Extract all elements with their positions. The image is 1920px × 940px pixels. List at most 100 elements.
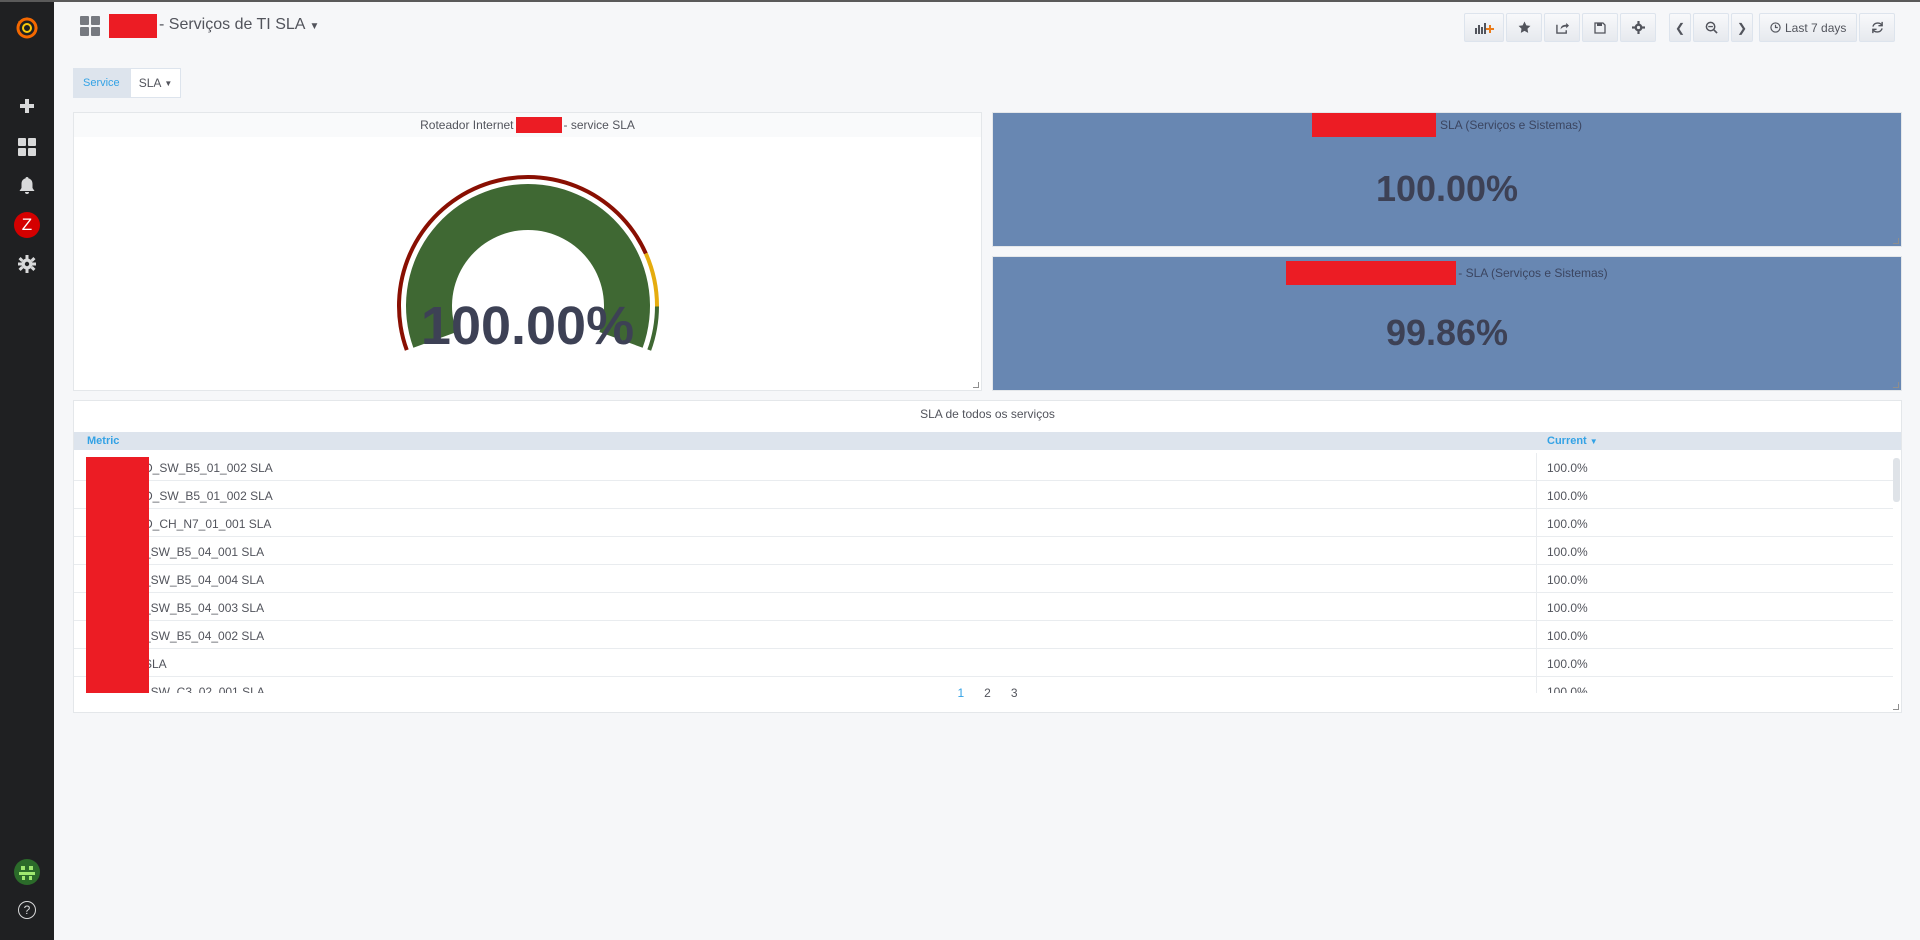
sort-desc-icon: ▼	[1589, 437, 1598, 446]
page-link[interactable]: 2	[984, 686, 991, 700]
redacted-block	[1286, 261, 1457, 285]
create-icon[interactable]	[0, 88, 54, 124]
variable-select[interactable]: SLA ▼	[129, 68, 182, 98]
column-header-metric[interactable]: Metric	[87, 435, 119, 447]
configuration-icon[interactable]	[0, 246, 54, 282]
current-cell: 100.0%	[1547, 517, 1588, 531]
refresh-button[interactable]	[1859, 13, 1896, 42]
dashboard-navbar: - Serviços de TI SLA ▼ ❮ ❯ Last 7 days	[54, 0, 1920, 50]
metric-cell: D_SW_B5_01_002 SLA	[144, 461, 273, 475]
current-cell: 100.0%	[1547, 545, 1588, 559]
table-row: _SW_B5_04_004 SLA 100.0%	[74, 565, 1893, 593]
current-cell: 100.0%	[1547, 573, 1588, 587]
time-range-label: Last 7 days	[1785, 20, 1847, 35]
gear-icon	[1631, 21, 1645, 34]
time-forward-button[interactable]: ❯	[1731, 13, 1753, 42]
caret-down-icon: ▼	[164, 78, 173, 88]
time-back-button[interactable]: ❮	[1669, 13, 1691, 42]
table-panel: SLA de todos os serviços Metric Current …	[73, 400, 1902, 713]
time-picker-group: Last 7 days	[1757, 13, 1896, 42]
column-header-current-label: Current	[1547, 435, 1587, 447]
current-cell: 100.0%	[1547, 601, 1588, 615]
share-icon	[1555, 22, 1569, 34]
grafana-logo-icon[interactable]	[0, 10, 54, 46]
current-cell: 100.0%	[1547, 629, 1588, 643]
metric-cell: _SW_B5_04_001 SLA	[144, 545, 265, 559]
dashboards-icon[interactable]	[0, 129, 54, 165]
redacted-block	[86, 457, 149, 693]
metric-cell: D_CH_N7_01_001 SLA	[144, 517, 272, 531]
stat-2-value: 99.86%	[1385, 312, 1509, 353]
table-row: _SW_B5_04_001 SLA 100.0%	[74, 537, 1893, 565]
stat-1-value: 100.00%	[1375, 168, 1519, 209]
table-pagination: 1 2 3	[74, 686, 1901, 700]
chevron-left-icon: ❮	[1674, 20, 1686, 35]
resize-handle[interactable]	[1893, 382, 1899, 388]
table-row: _SW_B5_04_002 SLA 100.0%	[74, 621, 1893, 649]
chevron-right-icon: ❯	[1736, 20, 1748, 35]
page-link[interactable]: 3	[1011, 686, 1018, 700]
table-row: D_SW_B5_01_002 SLA 100.0%	[74, 453, 1893, 481]
gauge-panel: Roteador Internet - service SLA 100.00%	[73, 112, 982, 391]
variable-label: Service	[73, 68, 130, 98]
redacted-block	[1311, 113, 1436, 137]
toolbar-actions	[1462, 13, 1656, 42]
table-panel-title[interactable]: SLA de todos os serviços	[74, 401, 1901, 427]
share-button[interactable]	[1544, 13, 1580, 42]
sidebar: Z ?	[0, 0, 54, 940]
zabbix-label: Z	[14, 212, 40, 238]
table-header: Metric Current ▼	[74, 432, 1901, 450]
table-row: SLA 100.0%	[74, 649, 1893, 677]
metric-cell: _SW_B5_04_004 SLA	[144, 573, 265, 587]
resize-handle[interactable]	[1893, 704, 1899, 710]
chevron-down-icon: ▼	[309, 21, 320, 32]
save-button[interactable]	[1582, 13, 1618, 42]
save-icon	[1594, 21, 1606, 34]
star-icon	[1518, 21, 1530, 33]
zabbix-icon[interactable]: Z	[0, 207, 54, 243]
current-cell: 100.0%	[1547, 657, 1588, 671]
current-cell: 100.0%	[1547, 461, 1588, 475]
table-scrollbar[interactable]	[1893, 458, 1900, 502]
zoom-out-icon	[1705, 21, 1718, 34]
alerting-icon[interactable]	[0, 168, 54, 204]
clock-icon	[1770, 22, 1781, 33]
stat-panel-1-title[interactable]: SLA (Serviços e Sistemas)	[993, 113, 1901, 137]
metric-cell: _SW_B5_04_002 SLA	[144, 629, 265, 643]
stat-panel-2-title[interactable]: - SLA (Serviços e Sistemas)	[993, 261, 1901, 285]
stat-2-title-suffix: - SLA (Serviços e Sistemas)	[1458, 266, 1608, 280]
resize-handle[interactable]	[973, 382, 979, 388]
time-picker-button[interactable]: Last 7 days	[1759, 13, 1858, 42]
current-cell: 100.0%	[1547, 489, 1588, 503]
dashboard-grid-icon[interactable]	[80, 16, 100, 36]
redacted-block	[109, 14, 157, 38]
user-avatar-icon[interactable]	[0, 854, 54, 890]
help-label: ?	[18, 901, 36, 919]
table-row: D_SW_B5_01_002 SLA 100.0%	[74, 481, 1893, 509]
stat-panel-2: - SLA (Serviços e Sistemas) 99.86%	[992, 256, 1902, 391]
dashboard-title-text: - Serviços de TI SLA	[159, 16, 306, 33]
metric-cell: D_SW_B5_01_002 SLA	[144, 489, 273, 503]
help-icon[interactable]: ?	[0, 892, 54, 928]
gauge-value: 100.00%	[420, 296, 635, 356]
table-row: D_CH_N7_01_001 SLA 100.0%	[74, 509, 1893, 537]
variable-value: SLA	[138, 76, 162, 90]
zoom-out-button[interactable]	[1693, 13, 1729, 42]
template-variables: Service SLA ▼	[73, 68, 182, 98]
table-row: _SW_B5_04_003 SLA 100.0%	[74, 593, 1893, 621]
add-panel-button[interactable]	[1464, 13, 1504, 42]
add-panel-icon	[1475, 22, 1494, 34]
metric-cell: _SW_B5_04_003 SLA	[144, 601, 265, 615]
resize-handle[interactable]	[1893, 238, 1899, 244]
stat-panel-1: SLA (Serviços e Sistemas) 100.00%	[992, 112, 1902, 247]
star-button[interactable]	[1506, 13, 1542, 42]
column-header-current[interactable]: Current ▼	[1547, 435, 1598, 447]
column-divider	[1536, 453, 1537, 693]
time-navigation: ❮ ❯	[1667, 13, 1753, 42]
dashboard-title[interactable]: - Serviços de TI SLA ▼	[159, 16, 319, 34]
refresh-icon	[1872, 21, 1883, 34]
settings-button[interactable]	[1620, 13, 1656, 42]
table-body: D_SW_B5_01_002 SLA 100.0% D_SW_B5_01_002 S…	[74, 453, 1893, 693]
stat-1-title-suffix: SLA (Serviços e Sistemas)	[1439, 118, 1583, 132]
page-link[interactable]: 1	[957, 686, 964, 700]
